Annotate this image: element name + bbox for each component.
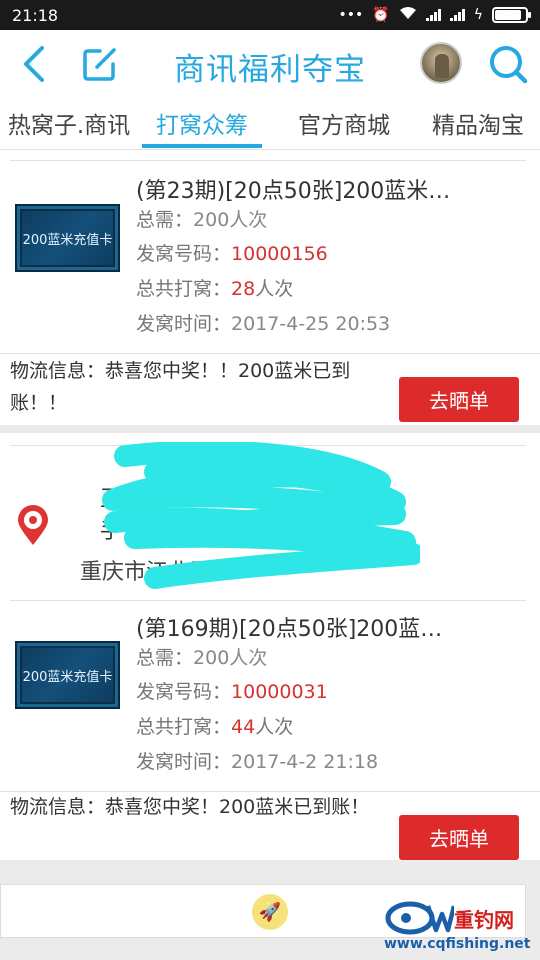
- total-label: 总共打窝：: [136, 278, 232, 300]
- tab-official-store[interactable]: 官方商城: [274, 98, 414, 150]
- total-label: 总共打窝：: [136, 716, 232, 738]
- time-value: 2017-4-25 20:53: [231, 313, 391, 335]
- need-value: 200人次: [193, 209, 268, 231]
- total-value: 44: [231, 716, 256, 738]
- wifi-icon: [399, 6, 417, 24]
- need-label: 总需：: [136, 209, 194, 231]
- divider: [10, 600, 526, 601]
- info-need: 总需：200人次: [136, 205, 267, 232]
- time-value: 2017-4-2 21:18: [231, 751, 379, 773]
- prize-image-text: 200蓝米充值卡: [22, 669, 113, 685]
- total-value: 28: [231, 278, 256, 300]
- battery-icon: [492, 7, 531, 23]
- order-card-2: 200蓝米充值卡 (第169期)[20点50张]200蓝… 总需：200人次 发…: [0, 600, 540, 860]
- need-label: 总需：: [136, 647, 194, 669]
- watermark: 重钓网 www.cqfishing.net: [384, 898, 536, 958]
- page-title: 商讯福利夺宝: [174, 52, 366, 88]
- order-card-1: 200蓝米充值卡 (第23期)[20点50张]200蓝米… 总需：200人次 发…: [0, 150, 540, 425]
- info-total: 总共打窝：28人次: [136, 274, 293, 301]
- divider: [10, 160, 526, 161]
- show-order-button[interactable]: 去晒单: [399, 377, 519, 422]
- watermark-url: www.cqfishing.net: [384, 936, 531, 952]
- status-time: 21:18: [12, 5, 59, 25]
- tab-crowdfunding[interactable]: 打窝众筹: [142, 98, 262, 150]
- total-unit: 人次: [255, 278, 294, 300]
- number-value: 10000031: [231, 681, 328, 703]
- number-label: 发窝号码：: [136, 681, 232, 703]
- item-title[interactable]: (第169期)[20点50张]200蓝…: [136, 611, 466, 643]
- title-bar: 商讯福利夺宝: [0, 30, 540, 98]
- info-number: 发窝号码：10000156: [136, 239, 328, 266]
- tab-taobao[interactable]: 精品淘宝: [418, 98, 538, 150]
- tab-bar: 热窝子.商讯 打窝众筹 官方商城 精品淘宝: [0, 98, 540, 150]
- prize-image[interactable]: 200蓝米充值卡: [15, 204, 120, 272]
- info-need: 总需：200人次: [136, 643, 267, 670]
- rocket-icon[interactable]: 🚀: [252, 894, 288, 930]
- status-bar: 21:18 ••• ⏰ ϟ: [0, 0, 540, 30]
- divider: [0, 353, 540, 354]
- need-value: 200人次: [193, 647, 268, 669]
- info-number: 发窝号码：10000031: [136, 677, 328, 704]
- edit-icon[interactable]: [82, 46, 118, 82]
- tab-hot-news[interactable]: 热窝子.商讯: [0, 98, 138, 150]
- signal-icon-2: [449, 9, 465, 21]
- status-icons: ••• ⏰ ϟ: [338, 6, 531, 24]
- map-pin-icon: [18, 505, 48, 545]
- charging-icon: ϟ: [473, 7, 483, 23]
- prize-image-text: 200蓝米充值卡: [22, 232, 113, 248]
- number-label: 发窝号码：: [136, 243, 232, 265]
- info-total: 总共打窝：44人次: [136, 712, 293, 739]
- watermark-name: 重钓网: [454, 908, 514, 932]
- search-icon[interactable]: [488, 44, 528, 84]
- logistics-info: 物流信息：恭喜您中奖！！200蓝米已到账！！: [10, 360, 351, 414]
- show-order-button[interactable]: 去晒单: [399, 815, 519, 860]
- signal-icon: [425, 9, 441, 21]
- alarm-icon: ⏰: [372, 7, 390, 23]
- total-unit: 人次: [255, 716, 294, 738]
- time-label: 发窝时间：: [136, 313, 232, 335]
- chevron-left-icon[interactable]: [18, 44, 48, 84]
- time-label: 发窝时间：: [136, 751, 232, 773]
- item-title[interactable]: (第23期)[20点50张]200蓝米…: [136, 173, 466, 205]
- info-time: 发窝时间：2017-4-2 21:18: [136, 747, 378, 774]
- more-dots-icon: •••: [338, 7, 364, 23]
- logistics-info: 物流信息：恭喜您中奖！200蓝米已到账！: [10, 796, 370, 818]
- number-value: 10000156: [231, 243, 328, 265]
- redaction-scribble: [102, 442, 420, 589]
- prize-image[interactable]: 200蓝米充值卡: [15, 641, 120, 709]
- avatar[interactable]: [420, 42, 462, 84]
- watermark-logo: [385, 901, 454, 935]
- info-time: 发窝时间：2017-4-25 20:53: [136, 309, 390, 336]
